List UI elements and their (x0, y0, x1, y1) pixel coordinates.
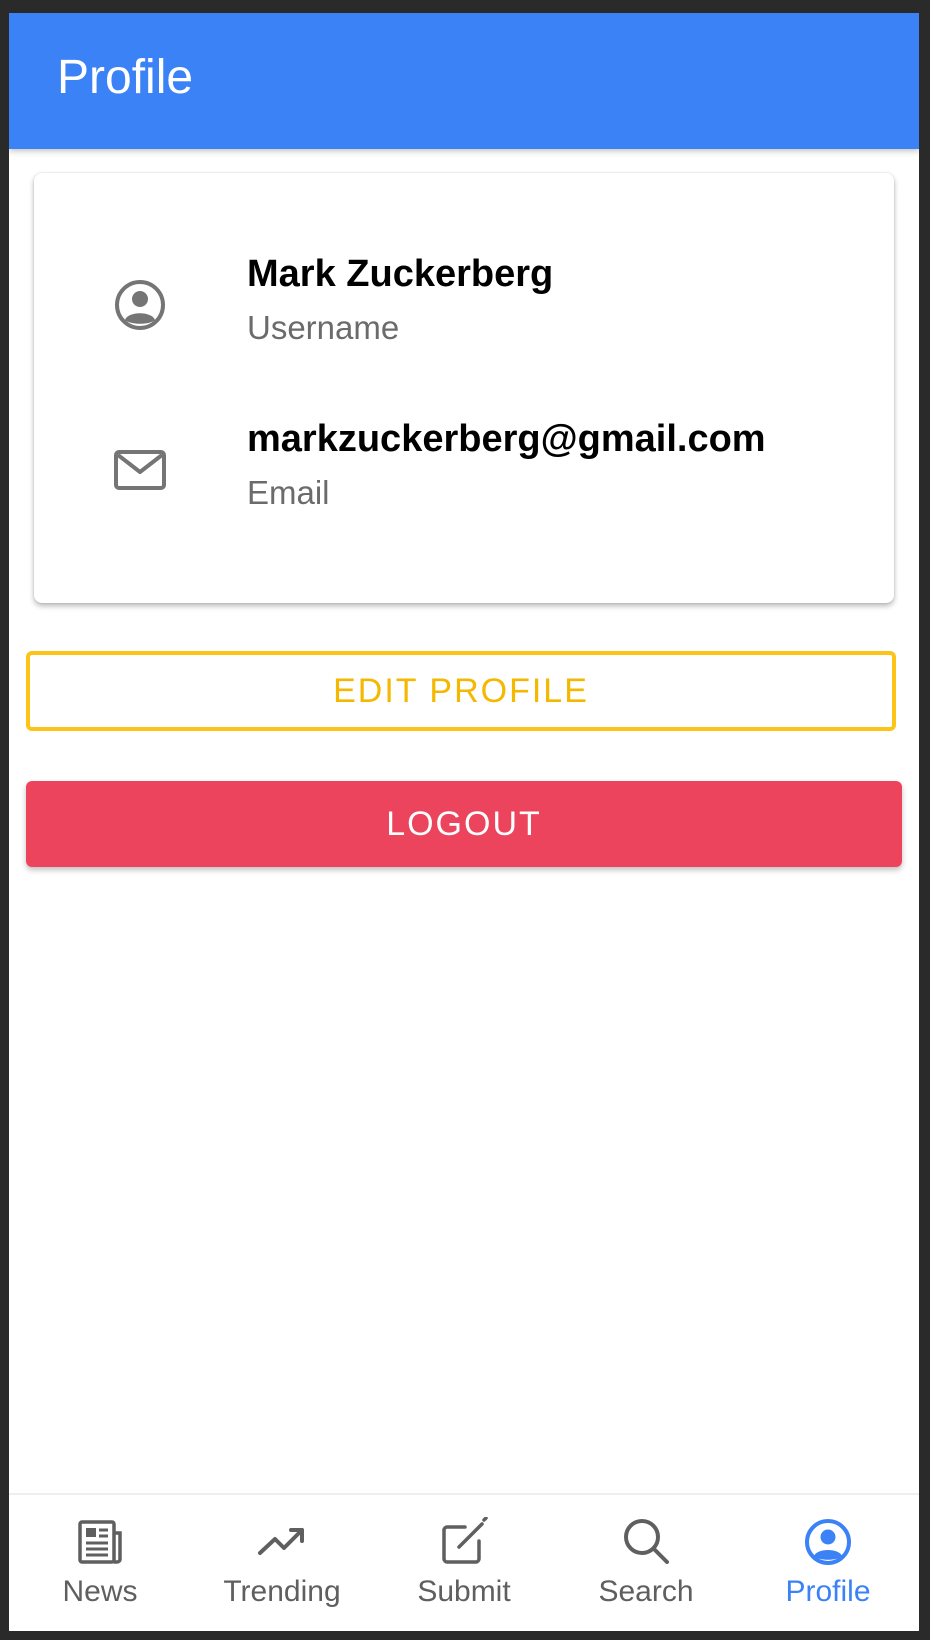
account-circle-icon (112, 277, 168, 333)
profile-card: Mark Zuckerberg Username markzuckerberg@… (34, 173, 894, 603)
email-value: markzuckerberg@gmail.com (247, 418, 766, 460)
nav-item-trending[interactable]: Trending (191, 1495, 373, 1631)
email-row: markzuckerberg@gmail.com Email (34, 418, 894, 528)
nav-label-trending: Trending (223, 1575, 341, 1608)
nav-item-news[interactable]: News (9, 1495, 191, 1631)
nav-label-news: News (62, 1575, 138, 1608)
edit-square-icon (439, 1516, 489, 1567)
nav-label-submit: Submit (417, 1575, 511, 1608)
nav-item-profile[interactable]: Profile (737, 1495, 919, 1631)
mail-icon (112, 442, 168, 498)
account-circle-icon (803, 1517, 853, 1567)
username-value: Mark Zuckerberg (247, 253, 554, 295)
nav-label-search: Search (598, 1575, 694, 1608)
username-label: Username (247, 309, 400, 346)
newspaper-icon (75, 1517, 125, 1567)
edit-profile-button[interactable]: EDIT PROFILE (26, 651, 896, 731)
nav-label-profile: Profile (785, 1575, 871, 1608)
email-label: Email (247, 474, 330, 511)
bottom-navigation: News Trending Submit Search Profile (9, 1493, 919, 1631)
logout-button[interactable]: LOGOUT (26, 781, 902, 867)
app-bar: Profile (9, 13, 919, 149)
page-title: Profile (57, 51, 194, 104)
trending-up-icon (257, 1517, 307, 1567)
nav-item-submit[interactable]: Submit (373, 1495, 555, 1631)
app-screen: Profile Mark Zuckerberg Username markzuc (9, 13, 919, 1631)
nav-item-search[interactable]: Search (555, 1495, 737, 1631)
username-row: Mark Zuckerberg Username (34, 253, 894, 363)
search-icon (621, 1517, 671, 1567)
